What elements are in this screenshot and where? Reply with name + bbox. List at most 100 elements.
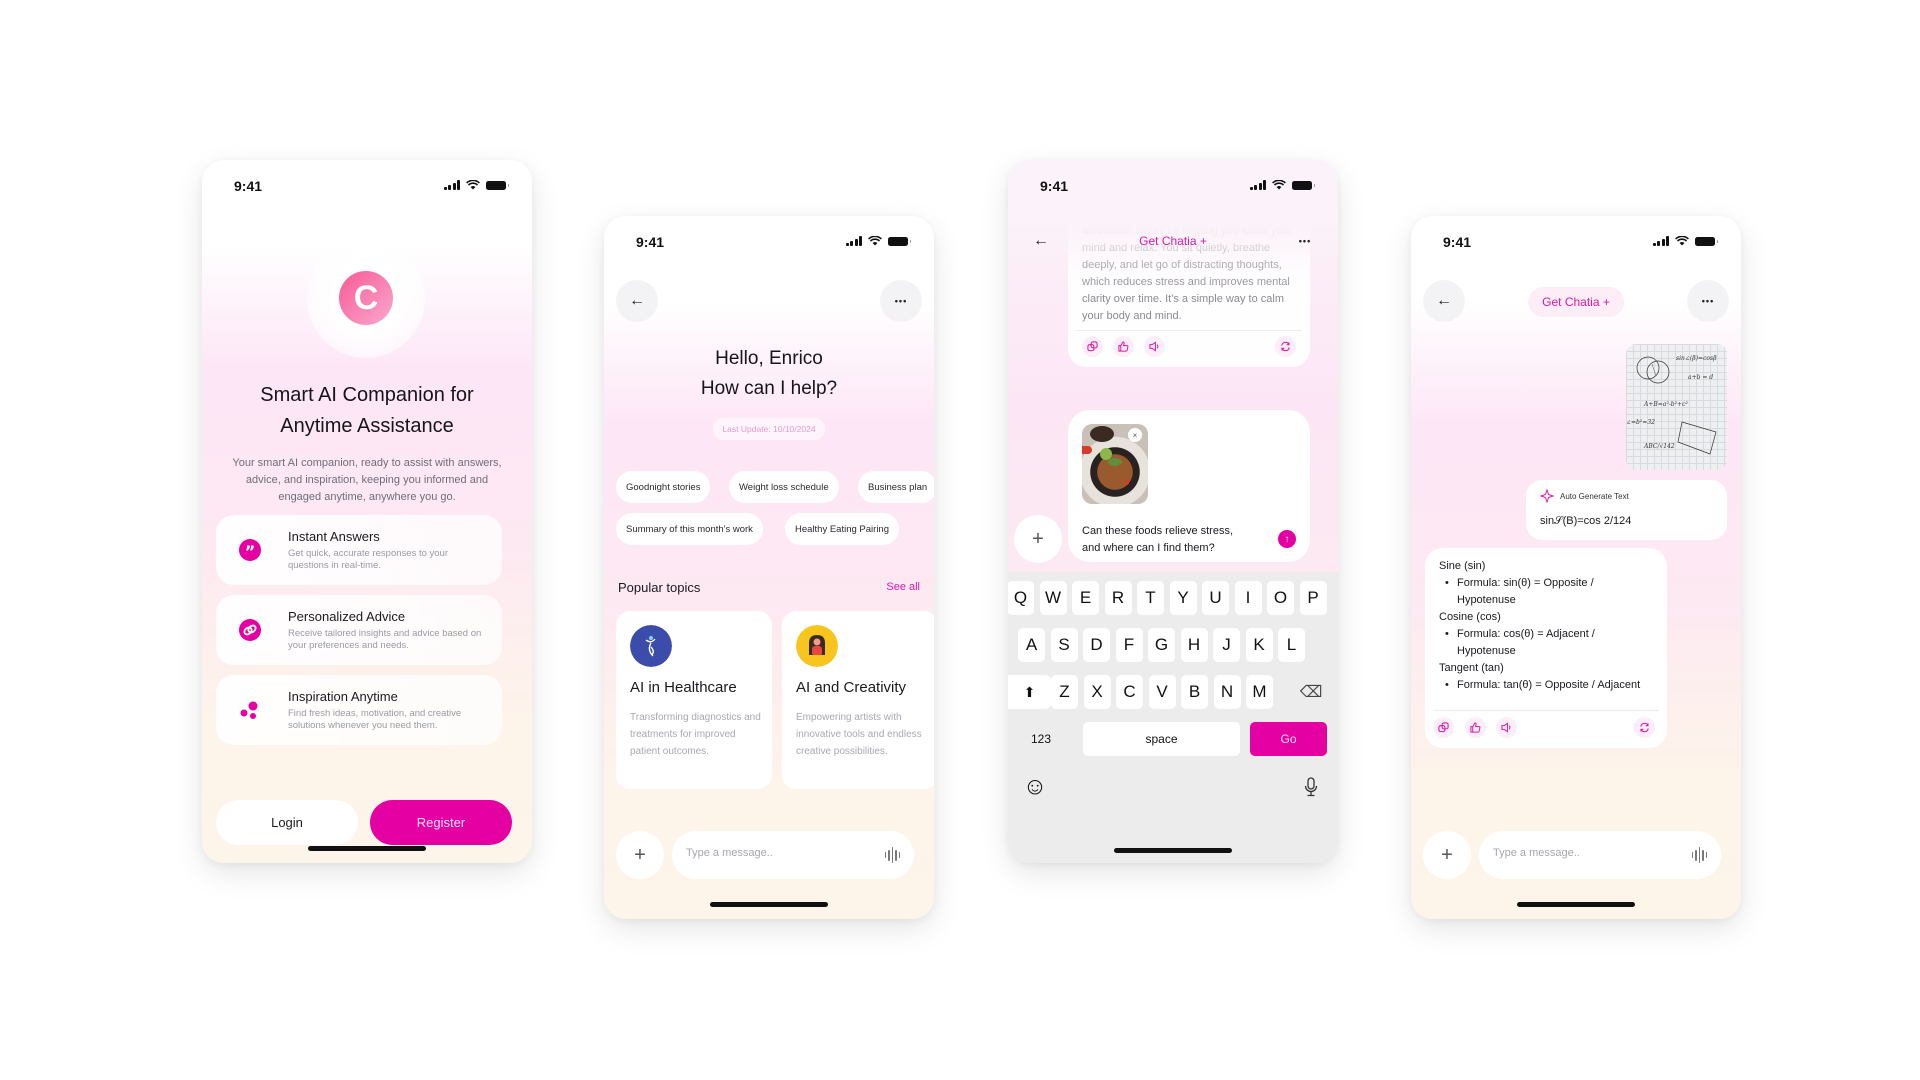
key[interactable]: V: [1148, 675, 1176, 709]
microphone-key[interactable]: [1296, 770, 1326, 804]
backspace-icon: ⌫: [1299, 684, 1323, 701]
topic-card-creativity[interactable]: AI and Creativity Empowering artists wit…: [782, 611, 934, 789]
home-indicator: [308, 846, 426, 851]
back-button[interactable]: ←: [1020, 220, 1062, 262]
key[interactable]: N: [1213, 675, 1241, 709]
message-input[interactable]: Type a message..: [1479, 831, 1721, 879]
shift-key[interactable]: ⬆: [1008, 675, 1051, 709]
key[interactable]: E: [1072, 581, 1099, 615]
svg-text:”: ”: [245, 542, 256, 561]
status-time: 9:41: [1040, 178, 1069, 194]
suggestion-chip[interactable]: Summary of this month's work: [616, 513, 763, 545]
suggestion-chip[interactable]: Business plan: [858, 471, 934, 503]
auto-generate-bubble: Auto Generate Text sin𝒮(B)=cos 2/124: [1526, 480, 1727, 540]
plus-icon: +: [634, 843, 646, 866]
feature-desc: Find fresh ideas, motivation, and creati…: [288, 708, 462, 731]
onboarding-title: Smart AI Companion for Anytime Assistanc…: [202, 380, 532, 442]
compose-text: Can these foods relieve stress, and wher…: [1082, 525, 1234, 554]
key[interactable]: F: [1115, 628, 1143, 662]
speak-button[interactable]: [1144, 336, 1165, 357]
more-button[interactable]: •••: [880, 280, 922, 322]
thumbs-up-icon: [1470, 722, 1481, 733]
key[interactable]: C: [1116, 675, 1143, 709]
bullet-icon: •: [1445, 679, 1449, 691]
key[interactable]: J: [1213, 628, 1240, 662]
voice-wave-icon[interactable]: [1691, 847, 1707, 863]
feature-title: Personalized Advice: [288, 609, 406, 624]
speak-button[interactable]: [1496, 717, 1517, 738]
more-button[interactable]: •••: [1284, 220, 1326, 262]
key[interactable]: R: [1104, 581, 1132, 615]
get-chatia-plus-button[interactable]: Get Chatia +: [1125, 226, 1221, 256]
key[interactable]: P: [1299, 581, 1327, 615]
compose-box[interactable]: × Can these foods relieve stress, and wh…: [1068, 410, 1310, 562]
key[interactable]: U: [1202, 581, 1229, 615]
key[interactable]: X: [1083, 675, 1111, 709]
register-button[interactable]: Register: [370, 800, 512, 845]
answer-line-text: Formula: cos(θ) = Adjacent /: [1457, 628, 1595, 640]
voice-wave-icon[interactable]: [884, 847, 900, 863]
key[interactable]: H: [1180, 628, 1208, 662]
math-notes-image[interactable]: sin∠(β)=cosβ a+b = d A+B=a²-b²+c² ∠=b²=3…: [1626, 344, 1727, 470]
back-button[interactable]: ←: [616, 280, 658, 322]
copy-icon: [1087, 341, 1098, 352]
get-chatia-plus-button[interactable]: Get Chatia +: [1528, 287, 1624, 317]
auto-generate-label: Auto Generate Text: [1560, 492, 1629, 501]
message-input[interactable]: Type a message..: [672, 831, 914, 879]
key[interactable]: O: [1267, 581, 1294, 615]
attach-button[interactable]: +: [616, 831, 664, 879]
feature-desc: Receive tailored insights and advice bas…: [288, 628, 482, 651]
copy-button[interactable]: [1433, 717, 1454, 738]
suggestion-chip[interactable]: Goodnight stories: [616, 471, 711, 503]
see-all-link[interactable]: See all: [886, 581, 920, 593]
key[interactable]: S: [1050, 628, 1078, 662]
chat-math-screen: 9:41 ← Get Chatia + ••• sin∠(β)=cosβ a+b…: [1411, 216, 1741, 919]
sparkle-icon: [1540, 489, 1554, 503]
back-button[interactable]: ←: [1423, 280, 1465, 322]
status-time: 9:41: [636, 234, 665, 250]
like-button[interactable]: [1113, 336, 1134, 357]
message-placeholder: Type a message..: [686, 847, 773, 859]
feature-card-inspiration-anytime: Inspiration Anytime Find fresh ideas, mo…: [216, 675, 502, 745]
key[interactable]: Y: [1169, 581, 1197, 615]
key[interactable]: G: [1148, 628, 1175, 662]
regenerate-button[interactable]: [1634, 717, 1655, 738]
key[interactable]: M: [1246, 675, 1273, 709]
key[interactable]: L: [1278, 628, 1305, 662]
key[interactable]: B: [1181, 675, 1208, 709]
login-button[interactable]: Login: [216, 800, 358, 845]
key[interactable]: Z: [1051, 675, 1078, 709]
copy-button[interactable]: [1082, 336, 1103, 357]
attach-button[interactable]: +: [1423, 831, 1471, 879]
topic-card-healthcare[interactable]: AI in Healthcare Transforming diagnostic…: [616, 611, 772, 789]
answer-line: • Formula: sin(θ) = Opposite /: [1445, 575, 1594, 592]
more-button[interactable]: •••: [1687, 280, 1729, 322]
arrow-up-icon: ↑: [1284, 533, 1290, 545]
like-button[interactable]: [1465, 717, 1486, 738]
svg-text:∠=b²=32: ∠=b²=32: [1626, 419, 1655, 426]
send-button[interactable]: ↑: [1278, 530, 1296, 548]
wifi-icon: [1272, 180, 1286, 190]
key[interactable]: Q: [1008, 581, 1034, 615]
key[interactable]: K: [1245, 628, 1273, 662]
suggestion-chip[interactable]: Weight loss schedule: [729, 471, 839, 503]
key[interactable]: D: [1083, 628, 1110, 662]
remove-image-button[interactable]: ×: [1128, 428, 1142, 442]
battery-icon: [486, 180, 509, 190]
go-key[interactable]: Go: [1250, 722, 1327, 756]
key[interactable]: I: [1234, 581, 1262, 615]
emoji-key[interactable]: ☺: [1020, 770, 1050, 804]
space-key[interactable]: space: [1083, 722, 1240, 756]
numbers-key[interactable]: 123: [1014, 722, 1068, 756]
attach-button[interactable]: +: [1014, 515, 1062, 563]
status-icons: [443, 180, 509, 190]
suggestion-chip[interactable]: Healthy Eating Pairing: [785, 513, 899, 545]
emoji-icon: ☺: [1022, 773, 1048, 800]
backspace-key[interactable]: ⌫: [1291, 675, 1331, 709]
key[interactable]: T: [1137, 581, 1164, 615]
chat-image-screen: 9:41 Meditation works by helping you foc…: [1008, 160, 1338, 863]
key[interactable]: W: [1039, 581, 1067, 615]
keyboard: QWERTYUIOP ASDFGHJKL ZXCVBNM ⬆ ⌫ 123 spa…: [1008, 572, 1338, 863]
regenerate-button[interactable]: [1275, 336, 1296, 357]
key[interactable]: A: [1018, 628, 1045, 662]
